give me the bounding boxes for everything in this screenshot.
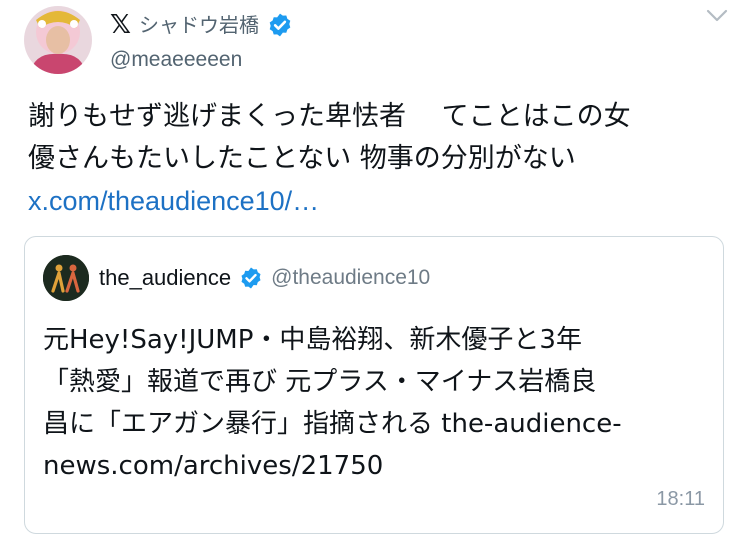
tweet-text: 謝りもせず逃げまくった卑怯者 てことはこの女 優さんもたいしたことない 物事の分… — [28, 96, 718, 180]
x-logo-icon: 𝕏 — [110, 10, 131, 40]
tweet-link[interactable]: x.com/theaudience10/… — [28, 180, 319, 222]
author-display-name[interactable]: シャドウ岩橋 — [139, 15, 259, 35]
author-name-row: 𝕏 シャドウ岩橋 — [110, 10, 293, 40]
verified-badge-icon — [269, 13, 291, 37]
tweet-text-line: 謝りもせず逃げまくった卑怯者 てことはこの女 — [28, 101, 631, 132]
author-handle[interactable]: @meaeeeeen — [110, 48, 242, 72]
quoted-author-row: the_audience @theaudience10 — [99, 261, 430, 295]
quoted-tweet-card[interactable]: the_audience @theaudience10 元Hey!Say!JUM… — [24, 236, 724, 534]
verified-badge-icon — [241, 267, 261, 289]
quoted-author-handle[interactable]: @theaudience10 — [271, 266, 430, 290]
quoted-author-name[interactable]: the_audience — [99, 265, 231, 291]
quoted-text-line: 昌に「エアガン暴行」指摘される the-audience- — [43, 409, 622, 439]
quoted-text-line: news.com/archives/21750 — [43, 451, 384, 481]
quoted-tweet-text: 元Hey!Say!JUMP・中島裕翔、新木優子と3年 「熱愛」報道で再び 元プラ… — [43, 319, 713, 487]
chevron-down-icon[interactable] — [704, 6, 729, 26]
quoted-text-line: 元Hey!Say!JUMP・中島裕翔、新木優子と3年 — [43, 325, 582, 355]
quoted-tweet-time: 18:11 — [656, 488, 705, 510]
author-avatar[interactable] — [24, 6, 92, 74]
quoted-author-avatar[interactable] — [43, 255, 89, 301]
quoted-text-line: 「熱愛」報道で再び 元プラス・マイナス岩橋良 — [43, 367, 597, 397]
tweet-text-line: 優さんもたいしたことない 物事の分別がない — [28, 143, 576, 174]
